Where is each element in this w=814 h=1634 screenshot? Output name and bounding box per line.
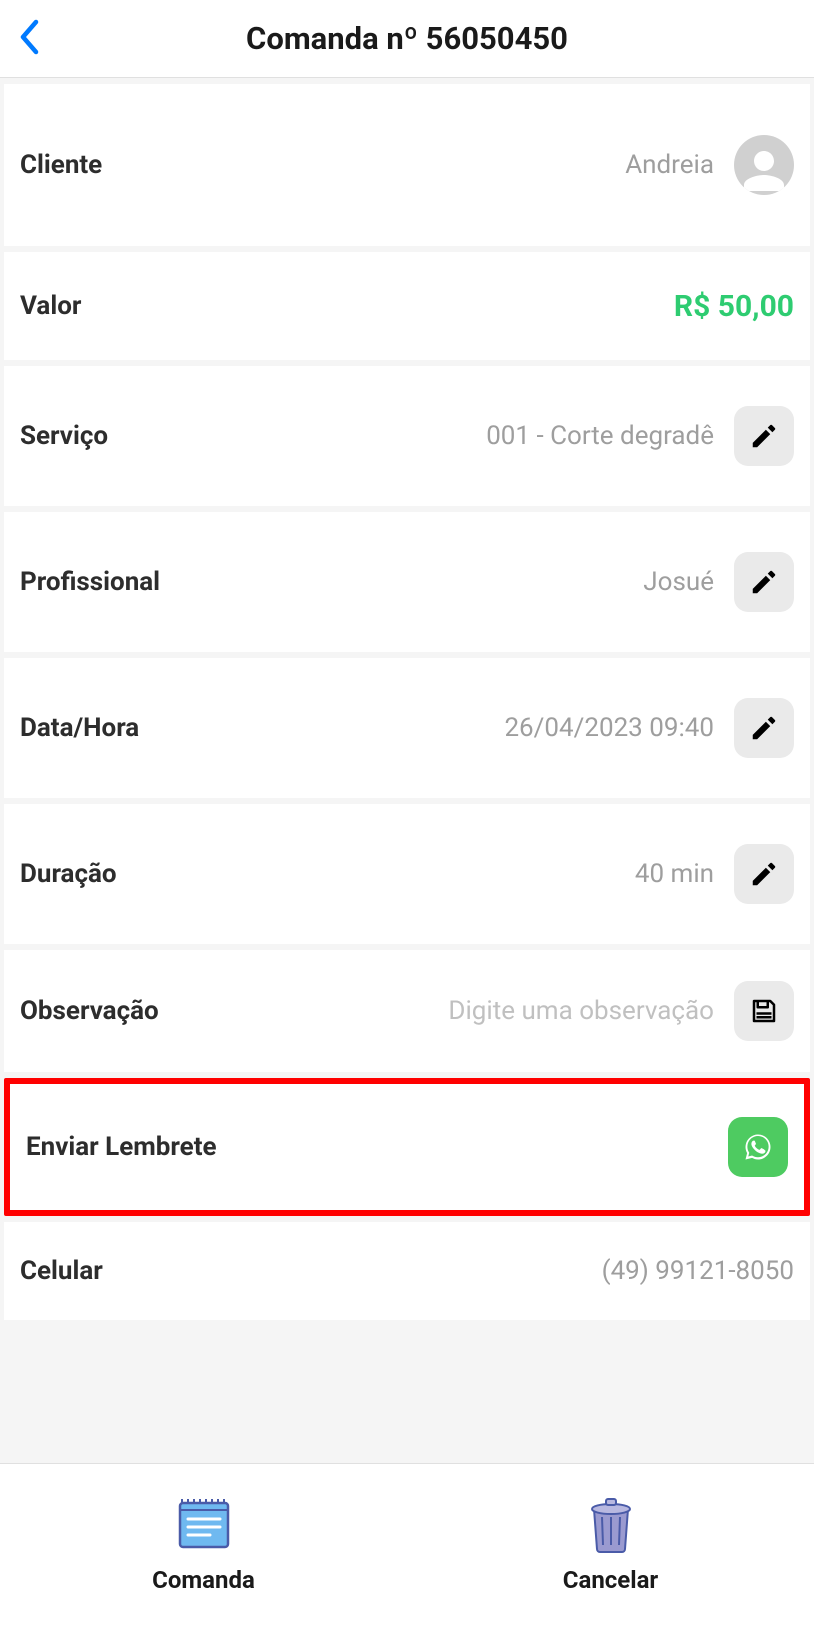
servico-value: 001 - Corte degradê [108, 421, 726, 451]
duracao-value: 40 min [117, 859, 726, 889]
edit-servico-button[interactable] [734, 406, 794, 466]
observacao-input[interactable]: Digite uma observação [159, 996, 726, 1026]
row-duracao: Duração 40 min [4, 804, 810, 944]
avatar-icon [734, 135, 794, 195]
row-servico: Serviço 001 - Corte degradê [4, 366, 810, 506]
footer-comanda-label: Comanda [152, 1566, 255, 1594]
footer: Comanda Cancelar [0, 1463, 814, 1634]
profissional-label: Profissional [20, 567, 160, 597]
servico-label: Serviço [20, 421, 108, 451]
profissional-value: Josué [160, 567, 726, 597]
footer-cancelar-label: Cancelar [563, 1566, 658, 1594]
row-profissional: Profissional Josué [4, 512, 810, 652]
row-cliente[interactable]: Cliente Andreia [4, 84, 810, 246]
lembrete-label: Enviar Lembrete [26, 1132, 217, 1162]
datahora-value: 26/04/2023 09:40 [139, 713, 726, 743]
row-datahora: Data/Hora 26/04/2023 09:40 [4, 658, 810, 798]
edit-profissional-button[interactable] [734, 552, 794, 612]
trash-icon [581, 1494, 641, 1554]
row-observacao: Observação Digite uma observação [4, 950, 810, 1072]
observacao-label: Observação [20, 996, 159, 1026]
edit-duracao-button[interactable] [734, 844, 794, 904]
save-observacao-button[interactable] [734, 981, 794, 1041]
notepad-icon [174, 1494, 234, 1554]
valor-value: R$ 50,00 [81, 289, 794, 324]
row-lembrete: Enviar Lembrete [4, 1078, 810, 1216]
footer-cancelar-button[interactable]: Cancelar [407, 1494, 814, 1594]
page-title: Comanda nº 56050450 [16, 20, 798, 57]
cliente-label: Cliente [20, 150, 102, 180]
duracao-label: Duração [20, 859, 117, 889]
cliente-value: Andreia [102, 150, 726, 180]
datahora-label: Data/Hora [20, 713, 139, 743]
row-valor: Valor R$ 50,00 [4, 252, 810, 360]
celular-value: (49) 99121-8050 [103, 1256, 794, 1286]
header: Comanda nº 56050450 [0, 0, 814, 78]
content: Cliente Andreia Valor R$ 50,00 Serviço 0… [0, 78, 814, 1463]
row-celular: Celular (49) 99121-8050 [4, 1222, 810, 1320]
celular-label: Celular [20, 1256, 103, 1286]
valor-label: Valor [20, 291, 81, 321]
footer-comanda-button[interactable]: Comanda [0, 1494, 407, 1594]
edit-datahora-button[interactable] [734, 698, 794, 758]
back-button[interactable] [18, 18, 40, 60]
whatsapp-button[interactable] [728, 1117, 788, 1177]
